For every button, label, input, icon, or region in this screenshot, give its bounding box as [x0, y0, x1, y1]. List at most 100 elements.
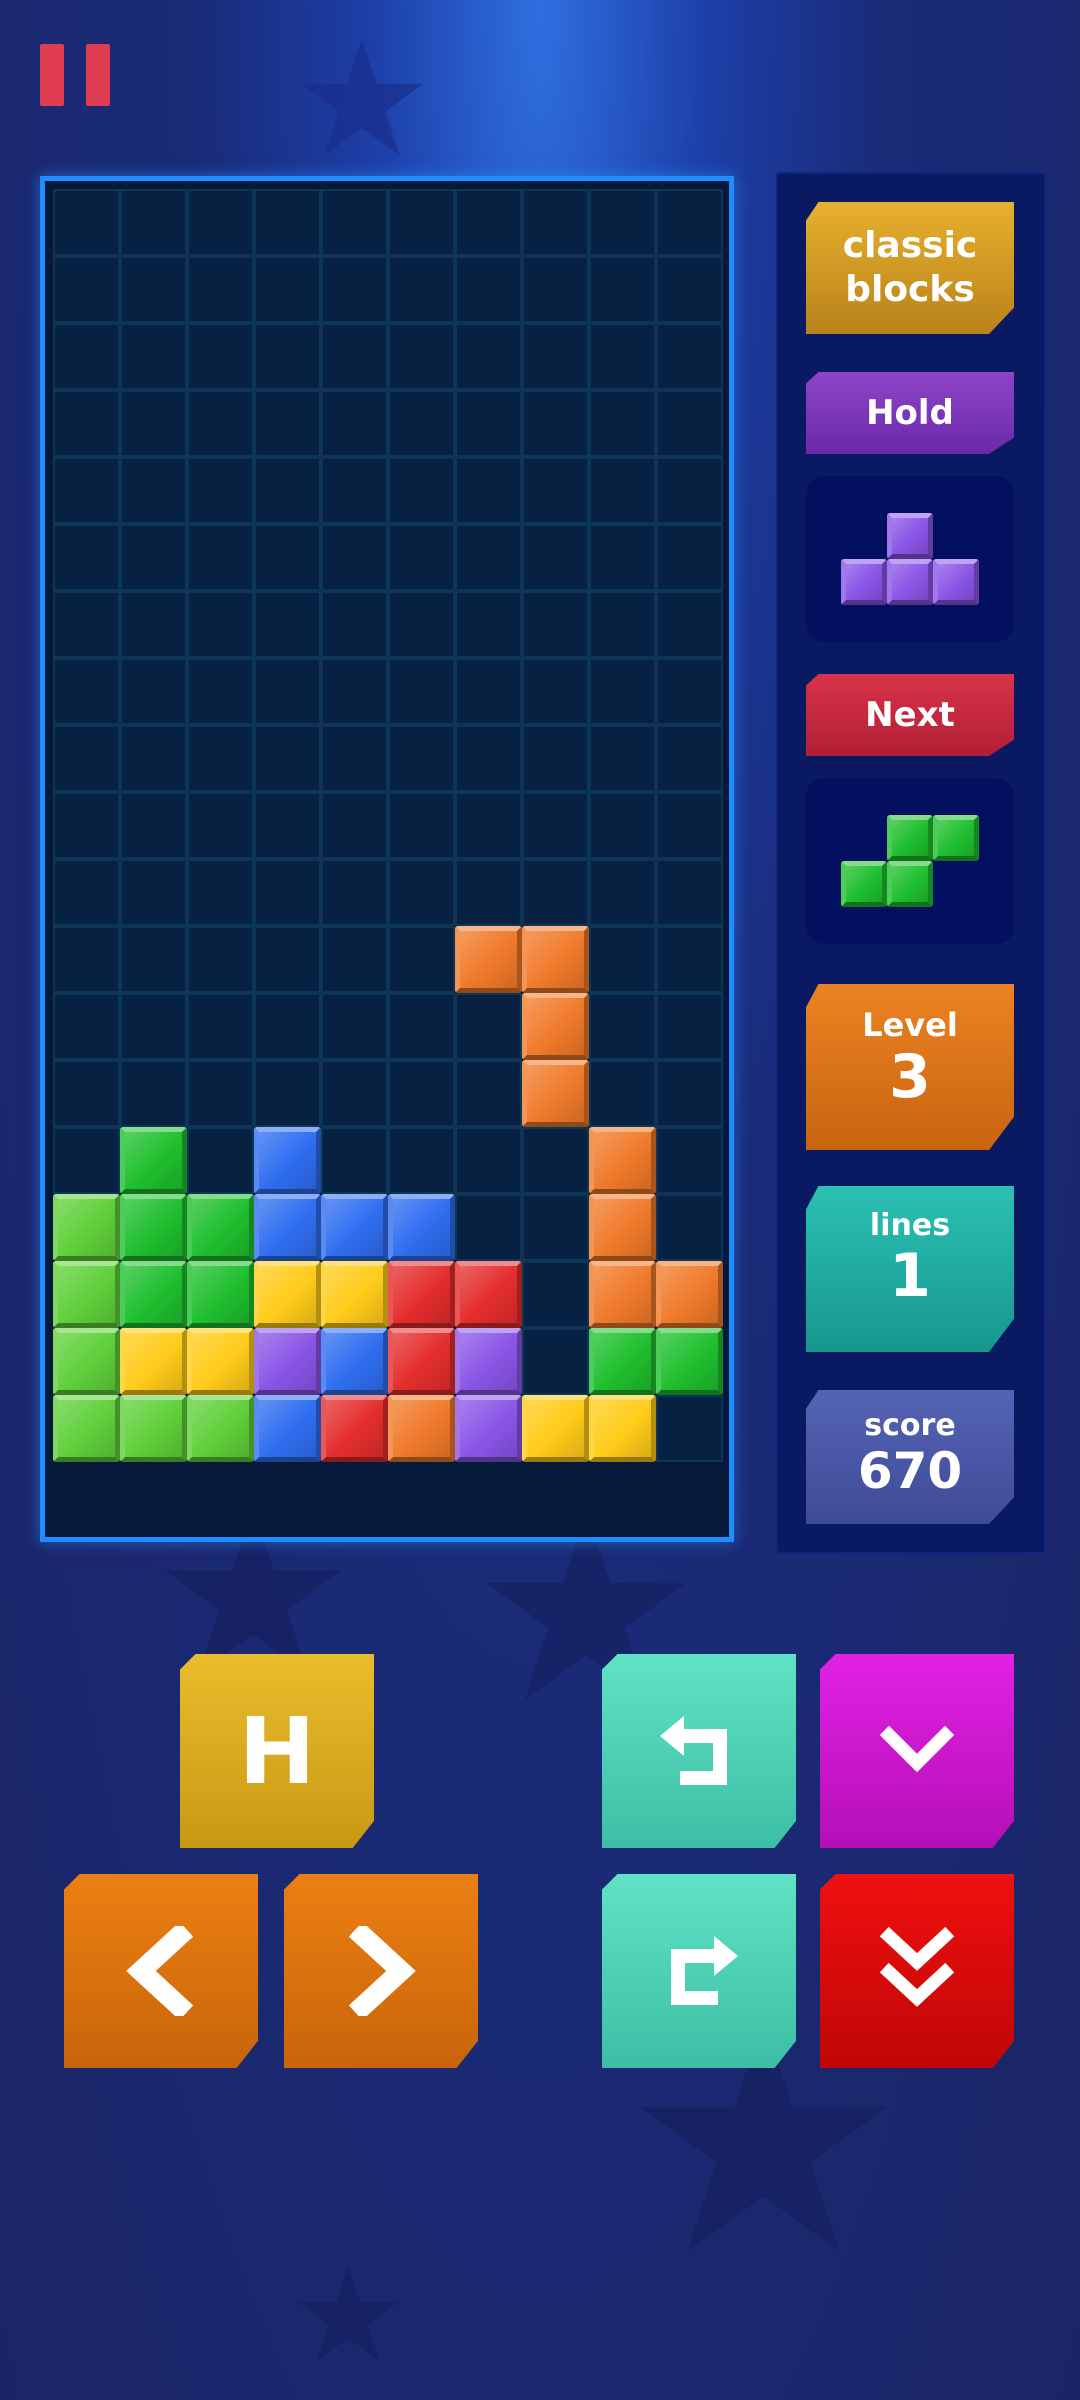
board-cell-empty — [656, 1194, 723, 1261]
board-cell-empty — [589, 859, 656, 926]
board-cell-empty — [254, 725, 321, 792]
board-cell-empty — [187, 189, 254, 256]
double-chevron-down-icon — [879, 1926, 955, 2007]
move-left-button[interactable] — [64, 1874, 258, 2068]
score-label: score — [864, 1408, 956, 1443]
board-cell-empty — [656, 725, 723, 792]
board-cell-empty — [589, 256, 656, 323]
board-cell-empty — [53, 524, 120, 591]
board-cell-empty — [321, 256, 388, 323]
board-cell-empty — [53, 993, 120, 1060]
next-piece-preview — [806, 778, 1014, 944]
board-cell-empty — [388, 725, 455, 792]
board-cell-empty — [522, 792, 589, 859]
board-cell-empty — [187, 122, 254, 189]
board-block — [522, 926, 589, 993]
board-cell-empty — [455, 524, 522, 591]
score-value: 670 — [857, 1442, 963, 1500]
board-cell-empty — [522, 323, 589, 390]
board-cell-empty — [388, 323, 455, 390]
board-cell-empty — [589, 323, 656, 390]
board-cell-empty — [254, 256, 321, 323]
board-cell-empty — [455, 457, 522, 524]
board-cell-empty — [656, 1127, 723, 1194]
board-cell-empty — [120, 457, 187, 524]
board-block — [53, 1194, 120, 1261]
board-cell-empty — [522, 189, 589, 256]
board-cell-empty — [120, 591, 187, 658]
move-right-button[interactable] — [284, 1874, 478, 2068]
board-cell-empty — [254, 591, 321, 658]
board-cell-empty — [53, 256, 120, 323]
pause-bar — [86, 44, 110, 106]
board-cell-empty — [455, 993, 522, 1060]
board-cell-empty — [254, 323, 321, 390]
rotate-left-button[interactable] — [602, 1654, 796, 1848]
board-cell-empty — [321, 792, 388, 859]
board-cell-empty — [656, 189, 723, 256]
board-cell-empty — [53, 926, 120, 993]
board-cell-empty — [455, 859, 522, 926]
board-cell-empty — [388, 926, 455, 993]
board-cell-empty — [321, 323, 388, 390]
board-cell-empty — [53, 323, 120, 390]
board-cell-empty — [388, 457, 455, 524]
next-label: Next — [806, 674, 1014, 756]
board-block — [120, 1462, 187, 1529]
board-cell-empty — [321, 1060, 388, 1127]
board-cell-empty — [589, 122, 656, 189]
lines-panel: lines 1 — [806, 1186, 1014, 1352]
board-cell-empty — [187, 792, 254, 859]
board-cell-empty — [321, 524, 388, 591]
board-cell-empty — [187, 390, 254, 457]
board-block — [522, 1462, 589, 1529]
board-cell-empty — [187, 926, 254, 993]
rotate-left-icon — [660, 1716, 727, 1785]
board-block — [187, 1194, 254, 1261]
board-cell-empty — [120, 926, 187, 993]
board-block — [455, 1328, 522, 1395]
board-cell-empty — [388, 524, 455, 591]
board-cell-empty — [120, 256, 187, 323]
board-block — [522, 1060, 589, 1127]
soft-drop-button[interactable] — [820, 1654, 1014, 1848]
board-cell-empty — [321, 390, 388, 457]
hold-piece-preview[interactable] — [806, 476, 1014, 642]
board-cell-empty — [120, 725, 187, 792]
board-cell-empty — [120, 323, 187, 390]
board-cell-empty — [656, 792, 723, 859]
board-cell-empty — [120, 390, 187, 457]
board-cell-empty — [321, 926, 388, 993]
rotate-right-button[interactable] — [602, 1874, 796, 2068]
board-cell-empty — [187, 859, 254, 926]
board-block — [455, 1462, 522, 1529]
pause-button[interactable] — [40, 44, 110, 106]
board-block — [321, 1462, 388, 1529]
level-label: Level — [862, 1006, 958, 1044]
board-cell-empty — [656, 524, 723, 591]
board-block — [321, 1328, 388, 1395]
board-cell-empty — [455, 792, 522, 859]
board-block — [388, 1462, 455, 1529]
board-cell-empty — [388, 1127, 455, 1194]
preview-block — [841, 861, 887, 907]
board-cell-empty — [589, 658, 656, 725]
board-cell-empty — [120, 993, 187, 1060]
board-block — [321, 1261, 388, 1328]
preview-block — [887, 815, 933, 861]
board-block — [589, 1395, 656, 1462]
board-block — [53, 1261, 120, 1328]
hold-button[interactable]: H — [180, 1654, 374, 1848]
chevron-left-icon — [126, 1926, 194, 2016]
preview-block — [933, 559, 979, 605]
board-block — [120, 1261, 187, 1328]
board-cell-empty — [321, 725, 388, 792]
board-cell-empty — [321, 658, 388, 725]
board-cell-empty — [53, 792, 120, 859]
board-block — [656, 1328, 723, 1395]
board-cell-empty — [455, 591, 522, 658]
board-cell-empty — [522, 859, 589, 926]
board-cell-empty — [254, 926, 321, 993]
hard-drop-button[interactable] — [820, 1874, 1014, 2068]
board-cell-empty — [656, 859, 723, 926]
